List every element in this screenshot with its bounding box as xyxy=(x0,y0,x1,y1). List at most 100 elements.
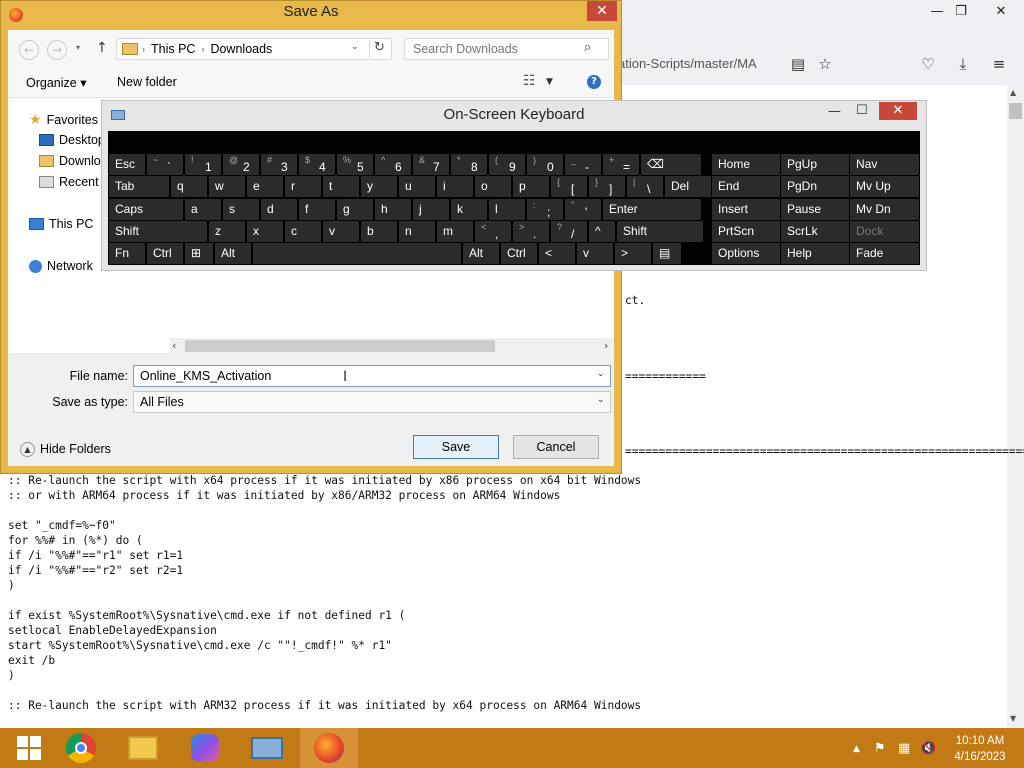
osk-key[interactable]: }] xyxy=(589,176,625,198)
back-button[interactable]: ← xyxy=(19,40,39,60)
osk-key[interactable]: Fn xyxy=(109,243,145,265)
star-icon[interactable]: ☆ xyxy=(814,53,836,75)
osk-key[interactable]: Esc xyxy=(109,154,145,175)
osk-key[interactable]: Shift xyxy=(109,220,207,242)
breadcrumb-downloads[interactable]: Downloads xyxy=(210,42,272,56)
osk-key[interactable]: $4 xyxy=(299,154,335,175)
osk-key[interactable]: e xyxy=(247,176,283,198)
chrome-taskbar-button[interactable] xyxy=(52,728,110,768)
osk-key[interactable]: o xyxy=(475,176,511,198)
osk-nav-key[interactable]: Help xyxy=(781,243,849,265)
osk-key[interactable]: p xyxy=(513,176,549,198)
osk-key[interactable]: * 8 xyxy=(451,154,487,175)
osk-key[interactable]: ^ xyxy=(589,220,615,242)
osk-key[interactable]: ) 0 xyxy=(527,154,563,175)
osk-key[interactable]: k xyxy=(451,198,487,220)
osk-key[interactable]: z xyxy=(209,220,245,242)
osk-key[interactable]: Caps xyxy=(109,198,183,220)
osk-key[interactable]: :; xyxy=(527,198,563,220)
osk-key[interactable]: b xyxy=(361,220,397,242)
new-folder-button[interactable]: New folder xyxy=(117,75,177,89)
osk-key[interactable]: x xyxy=(247,220,283,242)
osk-key[interactable]: i xyxy=(437,176,473,198)
osk-key[interactable]: | \ xyxy=(627,176,663,198)
osk-key[interactable]: m xyxy=(437,220,473,242)
osk-key[interactable]: ^ 6 xyxy=(375,154,411,175)
osk-key[interactable]: ⌫ xyxy=(641,154,701,175)
osk-taskbar-button[interactable] xyxy=(238,728,296,768)
breadcrumb-this-pc[interactable]: This PC xyxy=(151,42,195,56)
osk-close-icon[interactable]: ✕ xyxy=(879,102,917,120)
osk-nav-key[interactable]: Dock xyxy=(850,220,919,242)
close-icon[interactable]: ✕ xyxy=(984,0,1018,22)
address-dropdown-icon[interactable]: ⌄ xyxy=(351,42,359,52)
osk-key[interactable]: d xyxy=(261,198,297,220)
osk-key[interactable]: < xyxy=(539,243,575,265)
osk-key[interactable]: ⊞ xyxy=(185,243,213,265)
osk-key[interactable]: n xyxy=(399,220,435,242)
view-options-icon[interactable]: ☷ xyxy=(523,73,536,89)
show-hidden-icons[interactable]: ▲ xyxy=(853,744,860,754)
osk-key[interactable]: v xyxy=(577,243,613,265)
start-button[interactable] xyxy=(0,728,58,768)
search-input[interactable]: Search Downloads xyxy=(404,38,609,60)
file-name-input[interactable]: Online_KMS_Activation xyxy=(133,365,611,387)
save-type-dropdown-icon[interactable]: ⌄ xyxy=(597,395,605,405)
page-scrollbar[interactable] xyxy=(1007,85,1024,728)
osk-key[interactable]: f xyxy=(299,198,335,220)
save-type-select[interactable]: All Files xyxy=(133,391,611,413)
osk-nav-key[interactable]: Options xyxy=(712,243,780,265)
file-explorer-taskbar-button[interactable] xyxy=(114,728,172,768)
refresh-icon[interactable]: ↻ xyxy=(369,40,389,58)
osk-key[interactable]: v xyxy=(323,220,359,242)
tree-item-network[interactable]: Network xyxy=(29,259,93,273)
osk-key[interactable]: y xyxy=(361,176,397,198)
forward-button[interactable]: → xyxy=(47,40,67,60)
organize-button[interactable]: Organize ▾ xyxy=(26,75,86,90)
osk-key[interactable]: _ - xyxy=(565,154,601,175)
osk-key[interactable]: t xyxy=(323,176,359,198)
osk-key[interactable]: Del xyxy=(665,176,711,198)
osk-key[interactable]: r xyxy=(285,176,321,198)
osk-key[interactable]: a xyxy=(185,198,221,220)
network-tray-icon[interactable]: ▦ xyxy=(898,741,910,756)
osk-key[interactable] xyxy=(253,243,461,265)
scroll-down-icon[interactable]: ▼ xyxy=(1010,714,1016,723)
pocket-icon[interactable]: ♡ xyxy=(917,53,939,75)
osk-key[interactable]: {[ xyxy=(551,176,587,198)
tree-item-desktop[interactable]: Desktop xyxy=(39,133,105,147)
osk-key[interactable]: ~ ` xyxy=(147,154,183,175)
osk-key[interactable]: c xyxy=(285,220,321,242)
restore-icon[interactable]: ❐ xyxy=(944,0,978,22)
osk-nav-key[interactable]: Fade xyxy=(850,243,919,265)
osk-key[interactable]: % 5 xyxy=(337,154,373,175)
firefox-taskbar-button[interactable] xyxy=(300,728,358,768)
osk-key[interactable]: Alt xyxy=(215,243,251,265)
help-icon[interactable]: ? xyxy=(587,75,601,89)
file-name-dropdown-icon[interactable]: ⌄ xyxy=(597,369,605,379)
horizontal-scrollbar-thumb[interactable] xyxy=(185,340,495,352)
osk-key[interactable]: ? / xyxy=(551,220,587,242)
osk-nav-key[interactable]: End xyxy=(712,176,780,198)
osk-nav-key[interactable]: PgDn xyxy=(781,176,849,198)
osk-nav-key[interactable]: Pause xyxy=(781,198,849,220)
scroll-right-icon[interactable]: › xyxy=(604,339,608,352)
copilot-taskbar-button[interactable] xyxy=(176,728,234,768)
osk-key[interactable]: <, xyxy=(475,220,511,242)
osk-nav-key[interactable]: ScrLk xyxy=(781,220,849,242)
osk-key[interactable]: #3 xyxy=(261,154,297,175)
osk-key[interactable]: j xyxy=(413,198,449,220)
osk-key[interactable]: g xyxy=(337,198,373,220)
osk-key[interactable]: " ' xyxy=(565,198,601,220)
tree-item-this-pc[interactable]: This PC xyxy=(29,217,93,231)
action-center-flag-icon[interactable]: ⚑ xyxy=(874,741,886,756)
osk-key[interactable]: h xyxy=(375,198,411,220)
osk-nav-key[interactable]: Mv Up xyxy=(850,176,919,198)
scrollbar-thumb[interactable] xyxy=(1009,103,1022,119)
save-button[interactable]: Save xyxy=(413,435,499,459)
osk-maximize-icon[interactable]: ☐ xyxy=(856,103,868,118)
osk-key[interactable]: q xyxy=(171,176,207,198)
download-icon[interactable]: ⤓ xyxy=(952,53,974,75)
system-clock[interactable]: 10:10 AM 4/16/2023 xyxy=(944,733,1016,765)
osk-nav-key[interactable]: Insert xyxy=(712,198,780,220)
